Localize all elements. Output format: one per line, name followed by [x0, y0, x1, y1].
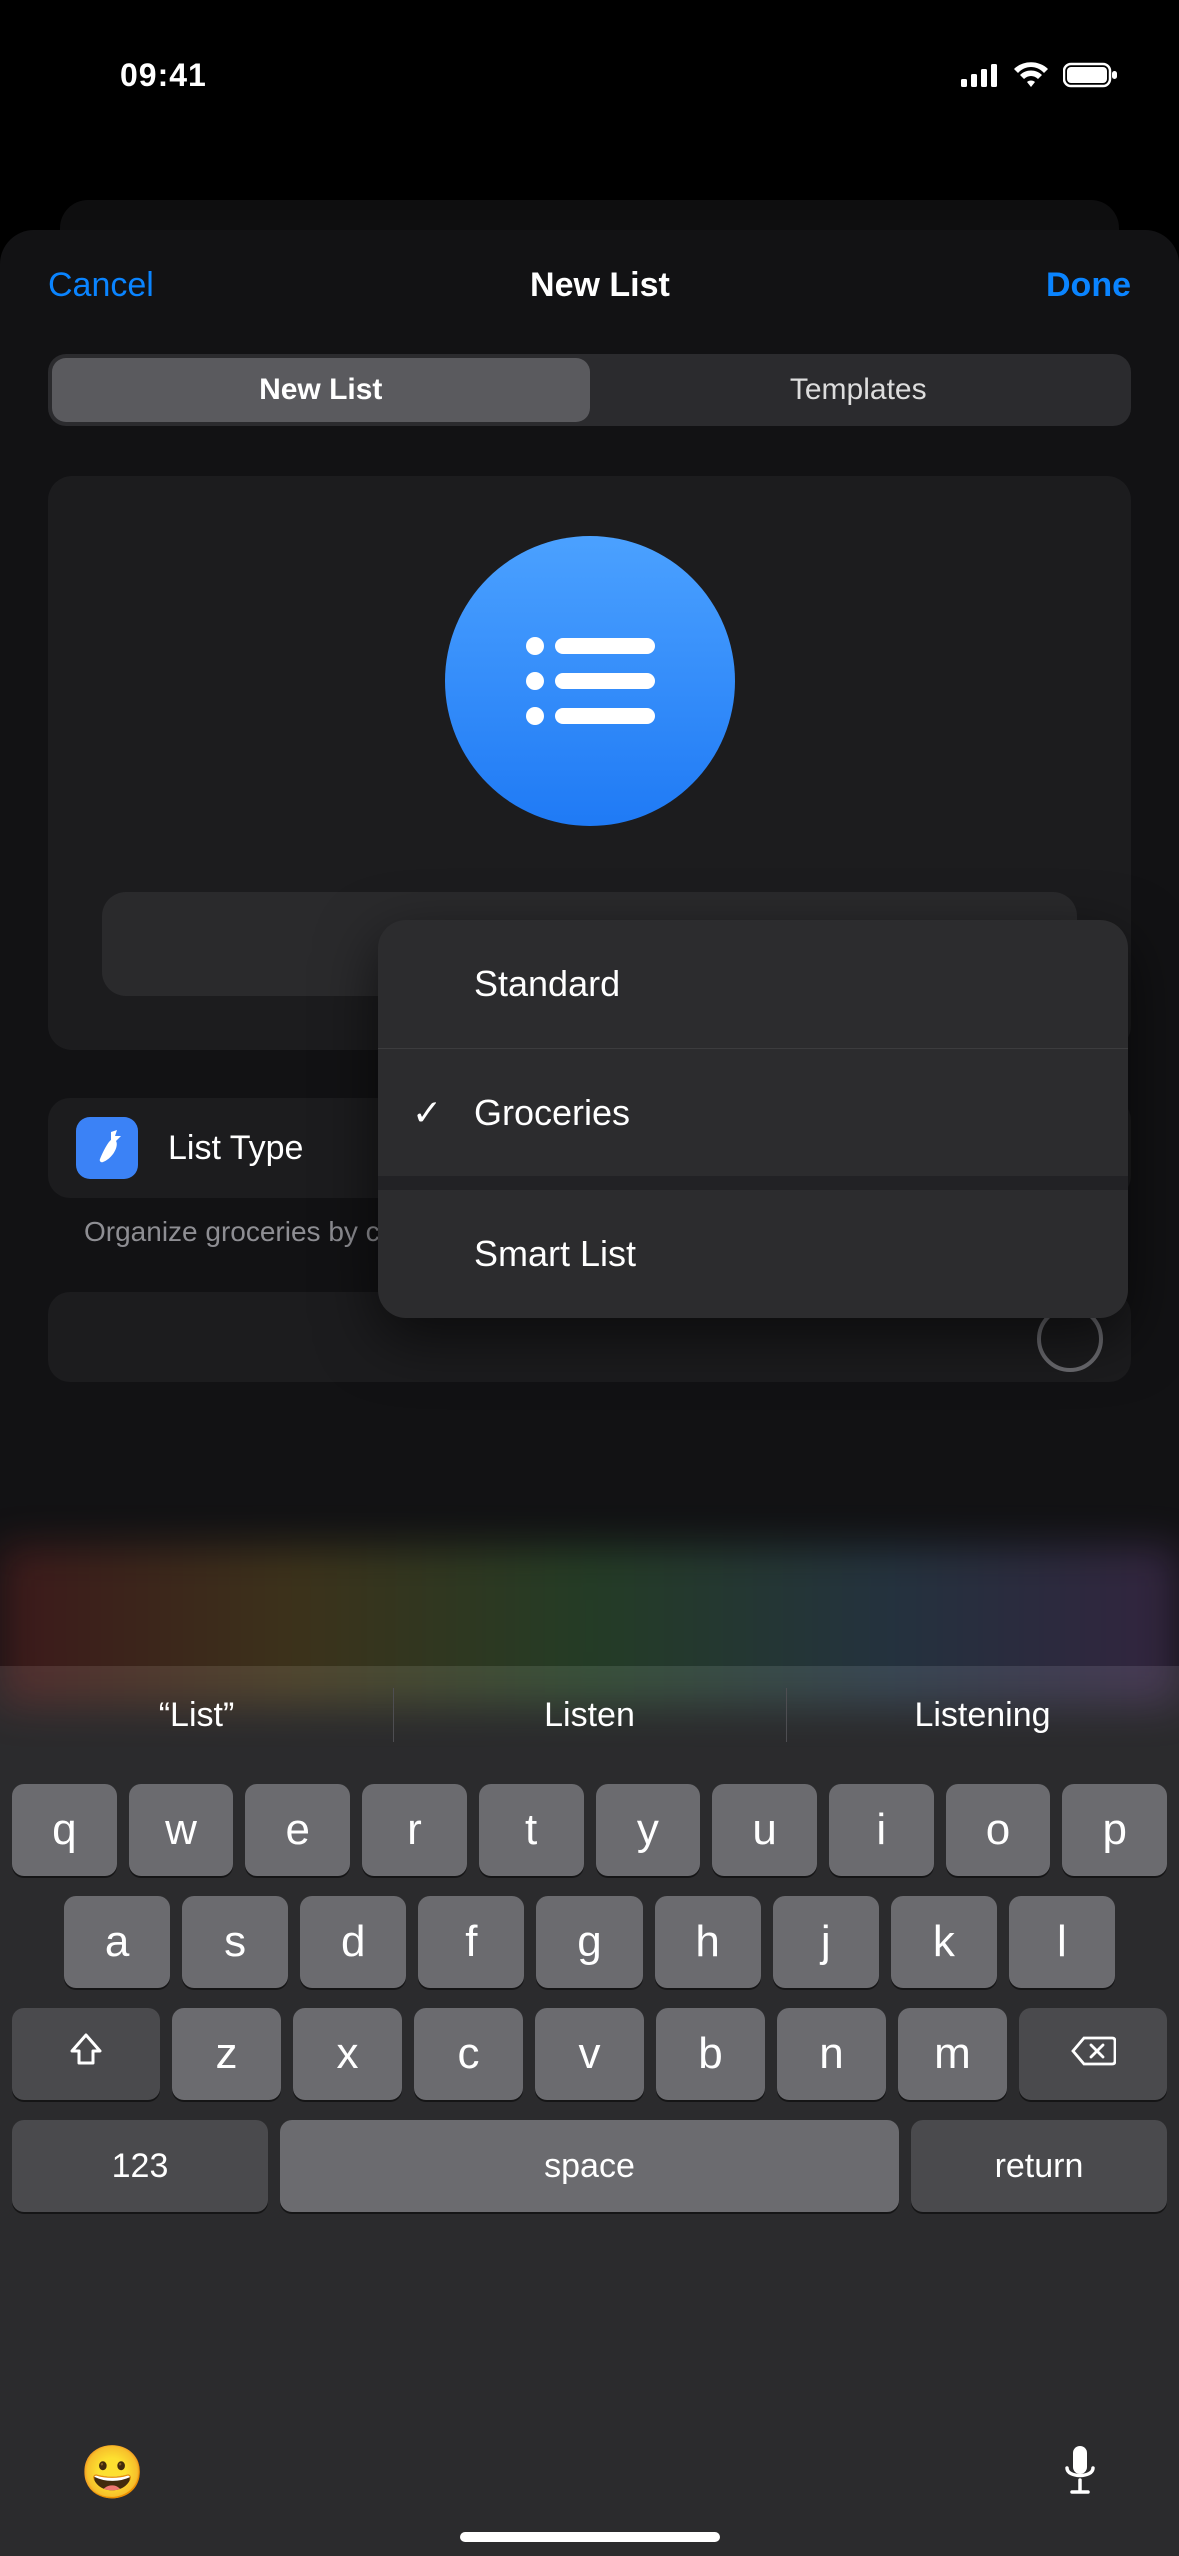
nav-title: New List: [530, 266, 670, 305]
checkmark-icon: ✓: [412, 1092, 442, 1134]
key-r[interactable]: r: [362, 1784, 467, 1876]
key-v[interactable]: v: [535, 2008, 644, 2100]
wifi-icon: [1013, 62, 1049, 88]
key-b[interactable]: b: [656, 2008, 765, 2100]
key-return[interactable]: return: [911, 2120, 1167, 2212]
done-button[interactable]: Done: [1046, 266, 1131, 305]
key-m[interactable]: m: [898, 2008, 1007, 2100]
key-t[interactable]: t: [479, 1784, 584, 1876]
popover-item-label: Smart List: [474, 1233, 636, 1275]
key-i[interactable]: i: [829, 1784, 934, 1876]
segment-new-list[interactable]: New List: [52, 358, 590, 422]
key-space[interactable]: space: [280, 2120, 899, 2212]
key-y[interactable]: y: [596, 1784, 701, 1876]
list-icon-preview[interactable]: [445, 536, 735, 826]
key-q[interactable]: q: [12, 1784, 117, 1876]
key-123[interactable]: 123: [12, 2120, 268, 2212]
key-u[interactable]: u: [712, 1784, 817, 1876]
status-right: [961, 62, 1119, 88]
key-shift[interactable]: [12, 2008, 160, 2100]
list-type-popover: Standard ✓ Groceries Smart List: [378, 920, 1128, 1318]
popover-item-smart-list[interactable]: Smart List: [378, 1190, 1128, 1318]
suggestion-0[interactable]: “List”: [0, 1666, 393, 1764]
key-l[interactable]: l: [1009, 1896, 1115, 1988]
list-type-icon-container: [76, 1117, 138, 1179]
key-a[interactable]: a: [64, 1896, 170, 1988]
key-d[interactable]: d: [300, 1896, 406, 1988]
key-row-1: q w e r t y u i o p: [0, 1784, 1179, 1876]
key-backspace[interactable]: [1019, 2008, 1167, 2100]
key-o[interactable]: o: [946, 1784, 1051, 1876]
key-f[interactable]: f: [418, 1896, 524, 1988]
popover-item-groceries[interactable]: ✓ Groceries: [378, 1048, 1128, 1176]
home-indicator[interactable]: [460, 2532, 720, 2542]
nav-bar: Cancel New List Done: [0, 230, 1179, 340]
segmented-control[interactable]: New List Templates: [48, 354, 1131, 426]
key-h[interactable]: h: [655, 1896, 761, 1988]
key-s[interactable]: s: [182, 1896, 288, 1988]
key-row-3: z x c v b n m: [0, 2008, 1179, 2100]
popover-item-label: Groceries: [474, 1092, 630, 1134]
key-row-2: a s d f g h j k l: [0, 1896, 1179, 1988]
key-z[interactable]: z: [172, 2008, 281, 2100]
shift-icon: [66, 2029, 106, 2080]
key-w[interactable]: w: [129, 1784, 234, 1876]
key-x[interactable]: x: [293, 2008, 402, 2100]
list-type-label: List Type: [168, 1129, 303, 1168]
popover-item-standard[interactable]: Standard: [378, 920, 1128, 1048]
cellular-icon: [961, 63, 999, 87]
key-p[interactable]: p: [1062, 1784, 1167, 1876]
key-n[interactable]: n: [777, 2008, 886, 2100]
key-row-4: 123 space return: [0, 2120, 1179, 2212]
emoji-button[interactable]: 😀: [80, 2442, 145, 2503]
software-keyboard: “List” Listen Listening q w e r t y u i …: [0, 1666, 1179, 2556]
keyboard-suggestions: “List” Listen Listening: [0, 1666, 1179, 1764]
mic-icon: [1061, 2483, 1099, 2500]
list-bullet-icon: [515, 626, 665, 736]
key-g[interactable]: g: [536, 1896, 642, 1988]
suggestion-2[interactable]: Listening: [786, 1666, 1179, 1764]
status-time: 09:41: [120, 57, 207, 94]
popover-item-label: Standard: [474, 963, 620, 1005]
key-c[interactable]: c: [414, 2008, 523, 2100]
battery-icon: [1063, 62, 1119, 88]
status-bar: 09:41: [0, 0, 1179, 150]
backspace-icon: [1070, 2029, 1116, 2079]
keyboard-bottom-row: 😀: [0, 2412, 1179, 2532]
key-j[interactable]: j: [773, 1896, 879, 1988]
key-e[interactable]: e: [245, 1784, 350, 1876]
carrot-icon: [89, 1128, 125, 1169]
segment-templates[interactable]: Templates: [590, 358, 1128, 422]
key-k[interactable]: k: [891, 1896, 997, 1988]
popover-divider: [378, 1176, 1128, 1190]
cancel-button[interactable]: Cancel: [48, 266, 154, 305]
dictation-button[interactable]: [1061, 2444, 1099, 2501]
suggestion-1[interactable]: Listen: [393, 1666, 786, 1764]
